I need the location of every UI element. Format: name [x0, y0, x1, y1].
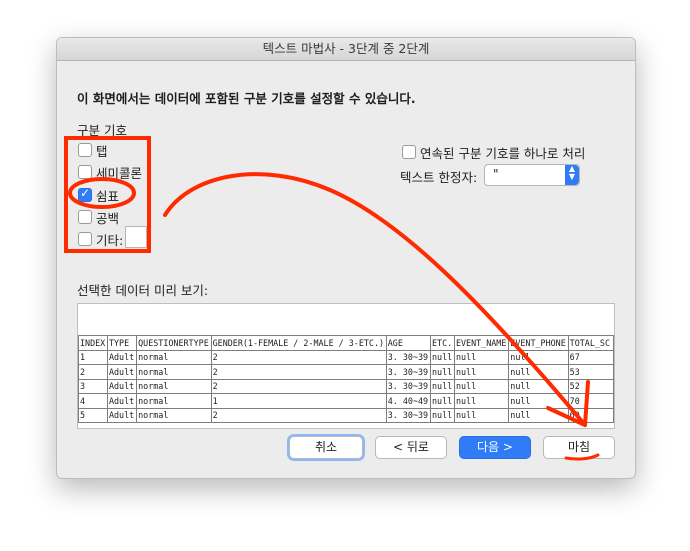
delimiters-group-label: 구분 기호: [77, 123, 127, 138]
preview-cell: null: [453, 349, 510, 365]
preview-cell: normal: [136, 364, 212, 380]
back-button[interactable]: < 뒤로: [375, 436, 447, 459]
preview-cell: 2: [210, 364, 387, 380]
space-label[interactable]: 공백: [96, 208, 119, 227]
data-preview[interactable]: INDEX TYPE QUESTIONERTYPE GENDER(1-FEMALE /…: [77, 303, 615, 429]
text-wizard-dialog: 텍스트 마법사 - 3단계 중 2단계 이 화면에서는 데이터에 포함된 구분 …: [56, 37, 636, 479]
preview-cell: 5: [78, 407, 108, 423]
semicolon-checkbox[interactable]: [78, 165, 92, 179]
semicolon-label[interactable]: 세미콜론: [96, 163, 142, 182]
consecutive-delimiter-label[interactable]: 연속된 구분 기호를 하나로 처리: [420, 143, 585, 162]
table-row: 1 Adult normal 2 3. 30~39 null null null 67: [78, 349, 614, 365]
preview-cell: null: [430, 364, 455, 380]
tab-label[interactable]: 탭: [96, 141, 108, 160]
preview-cell: normal: [136, 349, 212, 365]
preview-cell: 4. 40~49: [385, 393, 432, 409]
preview-cell: Adult: [106, 349, 138, 365]
preview-cell: Adult: [106, 393, 138, 409]
preview-cell: 3: [78, 378, 108, 394]
preview-cell: 60: [567, 407, 614, 423]
preview-cell: 70: [567, 393, 614, 409]
preview-cell: GENDER(1-FEMALE / 2-MALE / 3-ETC.): [210, 335, 387, 351]
comma-checkbox[interactable]: [78, 186, 92, 202]
preview-cell: 67: [567, 349, 614, 365]
preview-cell: AGE: [385, 335, 432, 351]
preview-cell: null: [508, 393, 569, 409]
tab-checkbox[interactable]: [78, 143, 92, 157]
preview-cell: 3. 30~39: [385, 407, 432, 423]
next-button[interactable]: 다음 >: [459, 436, 531, 459]
preview-cell: 53: [567, 364, 614, 380]
space-checkbox[interactable]: [78, 210, 92, 224]
preview-cell: 3. 30~39: [385, 349, 432, 365]
preview-cell: 52: [567, 378, 614, 394]
preview-cell: Adult: [106, 378, 138, 394]
window-title: 텍스트 마법사 - 3단계 중 2단계: [57, 38, 635, 61]
preview-cell: ETC.: [430, 335, 455, 351]
text-qualifier-value: ": [493, 167, 499, 181]
preview-cell: null: [453, 378, 510, 394]
preview-cell: TOTAL_SC: [567, 335, 614, 351]
preview-header-row: INDEX TYPE QUESTIONERTYPE GENDER(1-FEMALE /…: [78, 335, 614, 351]
finish-button[interactable]: 마침: [543, 436, 615, 459]
preview-cell: null: [508, 378, 569, 394]
table-row: 5 Adult normal 2 3. 30~39 null null null 60: [78, 407, 614, 423]
preview-table: INDEX TYPE QUESTIONERTYPE GENDER(1-FEMALE /…: [78, 335, 614, 423]
table-row: 4 Adult normal 1 4. 40~49 null null null 70: [78, 393, 614, 409]
preview-cell: null: [453, 407, 510, 423]
preview-cell: null: [508, 364, 569, 380]
preview-cell: null: [430, 378, 455, 394]
text-qualifier-label: 텍스트 한정자:: [400, 170, 478, 185]
preview-cell: 3. 30~39: [385, 378, 432, 394]
preview-cell: normal: [136, 393, 212, 409]
preview-cell: INDEX: [78, 335, 108, 351]
other-delimiter-input[interactable]: [125, 226, 147, 248]
preview-label: 선택한 데이터 미리 보기:: [77, 283, 209, 298]
preview-cell: Adult: [106, 407, 138, 423]
other-checkbox[interactable]: [78, 232, 92, 246]
preview-cell: EVENT_NAME: [453, 335, 510, 351]
preview-cell: null: [430, 407, 455, 423]
cancel-button[interactable]: 취소: [289, 436, 363, 459]
preview-cell: 2: [210, 349, 387, 365]
table-row: 3 Adult normal 2 3. 30~39 null null null 52: [78, 378, 614, 394]
preview-cell: 2: [78, 364, 108, 380]
preview-cell: normal: [136, 407, 212, 423]
preview-cell: 2: [210, 407, 387, 423]
instruction-text: 이 화면에서는 데이터에 포함된 구분 기호를 설정할 수 있습니다.: [77, 91, 416, 106]
preview-cell: normal: [136, 378, 212, 394]
text-qualifier-select[interactable]: " ▲ ▼: [484, 164, 580, 186]
preview-cell: null: [430, 349, 455, 365]
preview-cell: QUESTIONERTYPE: [136, 335, 212, 351]
preview-cell: 2: [210, 378, 387, 394]
other-label[interactable]: 기타:: [96, 230, 123, 249]
preview-cell: Adult: [106, 364, 138, 380]
preview-cell: null: [453, 364, 510, 380]
preview-cell: TYPE: [106, 335, 138, 351]
preview-cell: EVENT_PHONE: [508, 335, 569, 351]
preview-cell: null: [453, 393, 510, 409]
preview-cell: null: [430, 393, 455, 409]
comma-label[interactable]: 쉼표: [96, 186, 119, 205]
table-row: 2 Adult normal 2 3. 30~39 null null null 53: [78, 364, 614, 380]
consecutive-delimiter-checkbox[interactable]: [402, 145, 416, 159]
preview-cell: 4: [78, 393, 108, 409]
preview-cell: 3. 30~39: [385, 364, 432, 380]
preview-cell: 1: [210, 393, 387, 409]
preview-cell: null: [508, 349, 569, 365]
chevron-updown-icon: ▲ ▼: [565, 165, 579, 185]
preview-cell: 1: [78, 349, 108, 365]
preview-cell: null: [508, 407, 569, 423]
